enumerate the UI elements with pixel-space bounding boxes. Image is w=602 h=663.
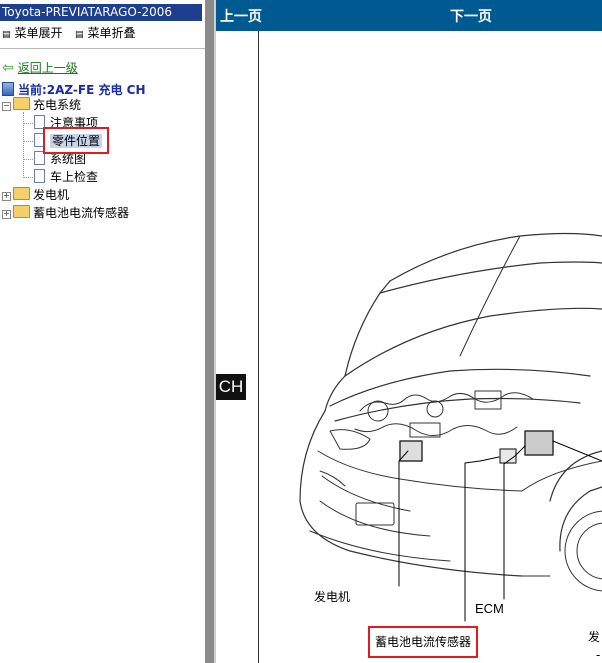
callout-partial-right-2: - A bbox=[596, 648, 602, 662]
tree-item-battery-current-sensor[interactable]: + 蓄电池电流传感器 bbox=[2, 205, 129, 221]
back-arrow-icon: ⇦ bbox=[2, 60, 14, 76]
back-link[interactable]: ⇦ 返回上一级 bbox=[2, 59, 78, 76]
folder-icon bbox=[13, 187, 30, 200]
expand-menu-button[interactable]: ▤ 菜单展开 bbox=[2, 24, 63, 41]
tree-item-generator[interactable]: + 发电机 bbox=[2, 187, 69, 203]
expand-menu-label: 菜单展开 bbox=[14, 26, 63, 40]
page-margin-line bbox=[258, 31, 259, 663]
callout-battery-current-sensor: 蓄电池电流传感器 bbox=[368, 626, 478, 658]
tree-connector bbox=[23, 112, 24, 178]
expand-toggle-icon[interactable]: + bbox=[2, 192, 11, 201]
tree-item-label: 充电系统 bbox=[33, 98, 82, 112]
expand-icon: ▤ bbox=[2, 30, 11, 40]
folder-icon bbox=[13, 205, 30, 218]
callout-generator: 发电机 bbox=[314, 590, 351, 604]
collapse-toggle-icon[interactable]: − bbox=[2, 102, 11, 111]
vehicle-parts-illustration bbox=[299, 232, 602, 622]
navigation-pane: Toyota-PREVIATARAGO-2006 ▤ 菜单展开 ▤ 菜单折叠 ⇦ 返回… bbox=[0, 0, 205, 663]
tree-item-label: 车上检查 bbox=[50, 170, 99, 184]
tree-item-label: 发电机 bbox=[33, 188, 70, 202]
collapse-menu-label: 菜单折叠 bbox=[87, 26, 136, 40]
tree-connector bbox=[24, 177, 33, 178]
tree-connector bbox=[24, 123, 33, 124]
callout-partial-right: 发 bbox=[588, 630, 601, 644]
expand-toggle-icon[interactable]: + bbox=[2, 210, 11, 219]
tree-connector bbox=[24, 141, 33, 142]
computer-icon bbox=[2, 82, 14, 96]
current-location: 当前:2AZ-FE 充电 CH bbox=[2, 81, 146, 98]
selection-highlight-box bbox=[43, 127, 109, 154]
tree-connector bbox=[24, 159, 33, 160]
tree-item-label: 系统图 bbox=[50, 152, 87, 166]
collapse-icon: ▤ bbox=[75, 30, 84, 40]
window-title: Toyota-PREVIATARAGO-2006 bbox=[0, 4, 202, 21]
previous-page-button[interactable]: 上一页 bbox=[220, 6, 262, 26]
back-link-text[interactable]: 返回上一级 bbox=[18, 61, 78, 75]
callout-ecm: ECM bbox=[475, 601, 504, 616]
document-icon bbox=[34, 169, 45, 183]
folder-open-icon bbox=[13, 97, 30, 110]
section-tab: CH bbox=[216, 374, 246, 400]
tree-item-on-vehicle-inspection[interactable]: 车上检查 bbox=[34, 169, 98, 185]
tree-item-charging-system[interactable]: − 充电系统 bbox=[2, 97, 81, 113]
tree-item-label: 蓄电池电流传感器 bbox=[33, 206, 130, 220]
separator bbox=[0, 48, 205, 49]
viewer-nav-bar: 上一页 下一页 bbox=[216, 0, 602, 31]
next-page-button[interactable]: 下一页 bbox=[450, 6, 492, 26]
collapse-menu-button[interactable]: ▤ 菜单折叠 bbox=[75, 24, 136, 41]
document-viewer: 上一页 下一页 CH 发电机 ECM 蓄电池电流传感器 发 - bbox=[216, 0, 602, 663]
current-location-label: 当前:2AZ-FE 充电 CH bbox=[18, 83, 146, 97]
